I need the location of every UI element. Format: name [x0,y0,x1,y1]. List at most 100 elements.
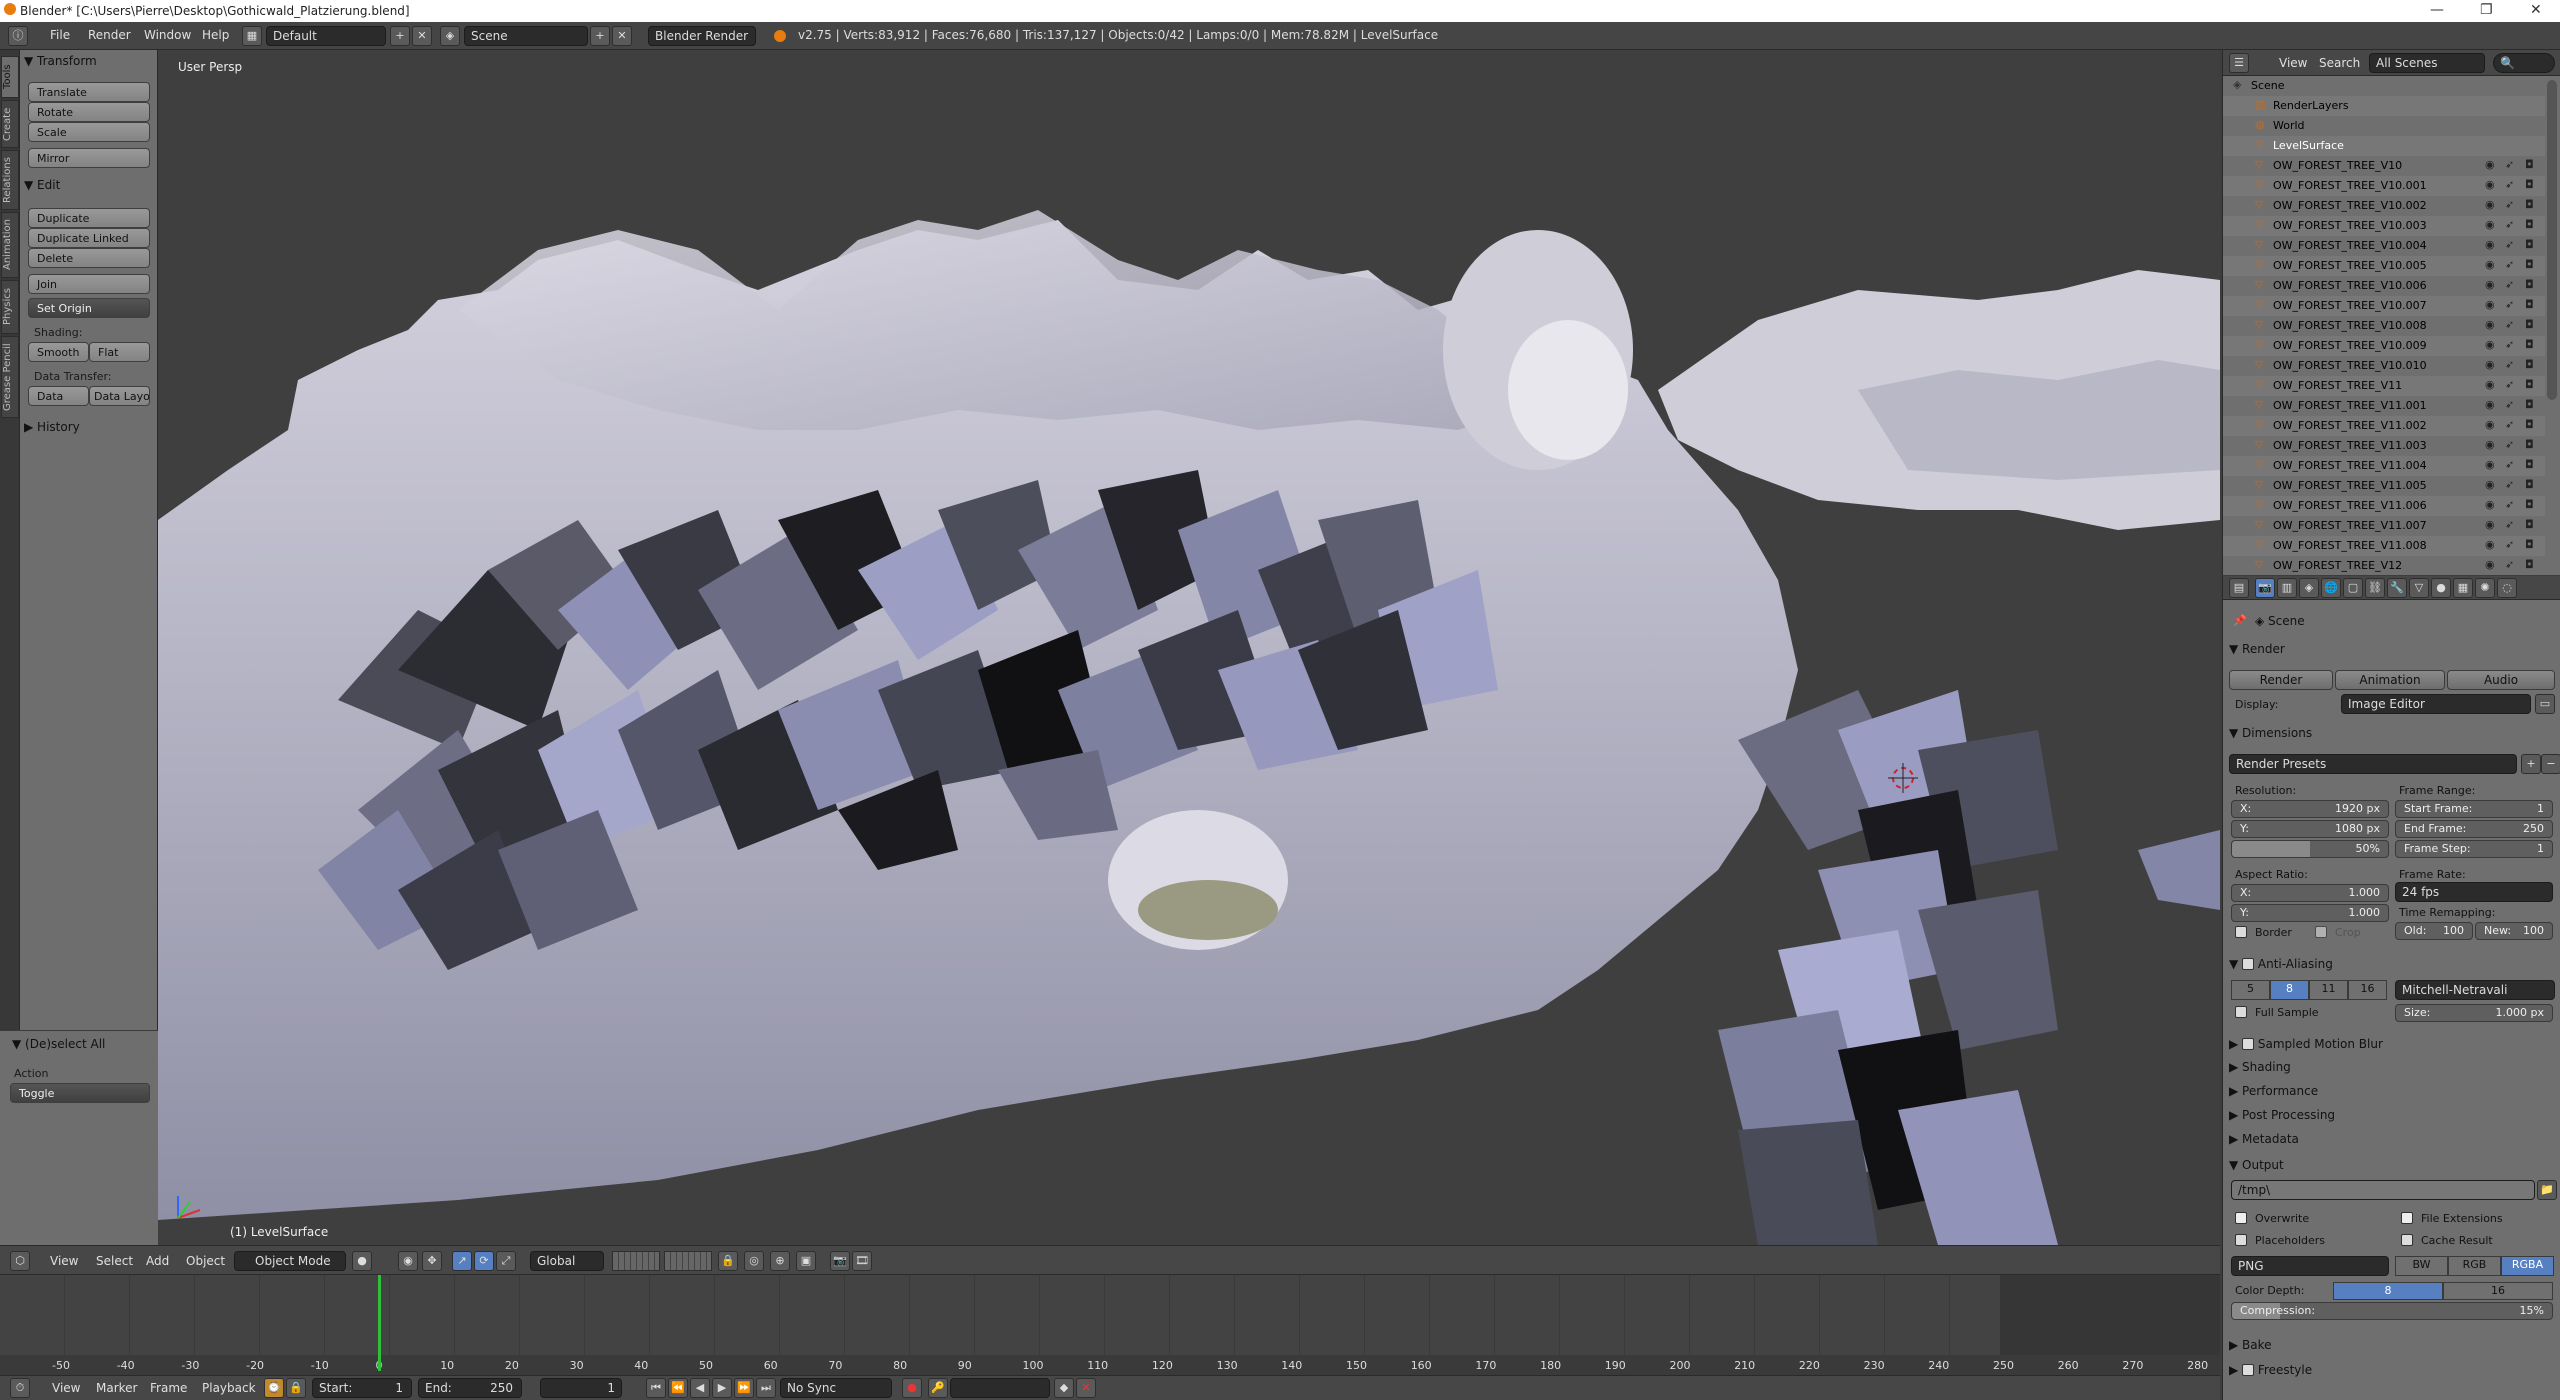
render-presets-select[interactable]: Render Presets [2229,754,2517,774]
file-format-select[interactable]: PNG [2231,1256,2389,1276]
outliner-row[interactable]: ▽ OW_FOREST_TREE_V10.008 ◉ ➶ ◘ [2223,316,2545,336]
color-depth-8-button[interactable]: 8 [2333,1282,2443,1300]
eye-icon[interactable]: ◉ [2485,298,2495,311]
join-button[interactable]: Join [28,274,150,294]
menu-file[interactable]: File [50,28,70,42]
camera-icon[interactable]: ◘ [2525,278,2534,291]
camera-icon[interactable]: ◘ [2525,338,2534,351]
outliner-row[interactable]: ▽ OW_FOREST_TREE_V10.004 ◉ ➶ ◘ [2223,236,2545,256]
time-remap-old-field[interactable]: Old: 100 [2395,922,2473,940]
browse-folder-icon[interactable]: 📁 [2537,1180,2557,1200]
camera-icon[interactable]: ◘ [2525,158,2534,171]
viewport-menu-object[interactable]: Object [186,1254,225,1268]
crop-checkbox[interactable] [2315,926,2327,938]
render-context-icon[interactable]: 📷 [2255,578,2275,598]
resolution-percentage-slider[interactable]: 50% [2231,840,2389,858]
data-layout-button[interactable]: Data Layo [89,386,150,406]
cursor-icon[interactable]: ➶ [2505,518,2514,531]
lock-interface-icon[interactable]: ▭ [2535,694,2555,714]
freestyle-checkbox[interactable] [2242,1364,2255,1376]
render-engine-select[interactable]: Blender Render [648,26,756,46]
outliner-row[interactable]: ▽ OW_FOREST_TREE_V11.007 ◉ ➶ ◘ [2223,516,2545,536]
viewport-menu-view[interactable]: View [50,1254,78,1268]
add-layout-icon[interactable]: + [390,26,410,46]
full-sample-checkbox[interactable] [2235,1006,2247,1018]
border-checkbox[interactable] [2235,926,2247,938]
outliner-menu-view[interactable]: View [2279,56,2307,70]
color-mode-rgb-button[interactable]: RGB [2448,1256,2501,1276]
current-frame-marker[interactable] [377,1275,381,1371]
physics-context-icon[interactable]: ◌ [2497,578,2517,598]
aa-samples-16-button[interactable]: 16 [2348,980,2387,1000]
render-layers-context-icon[interactable]: ▥ [2277,578,2297,598]
outliner-row[interactable]: ▥ RenderLayers [2223,96,2545,116]
rotate-manipulator-icon[interactable]: ⟳ [474,1251,494,1271]
delete-keyframe-icon[interactable]: ✕ [1076,1378,1096,1398]
camera-icon[interactable]: ◘ [2525,358,2534,371]
smooth-button[interactable]: Smooth [28,342,89,362]
tab-relations[interactable]: Relations [1,150,19,210]
camera-icon[interactable]: ◘ [2525,518,2534,531]
scale-manipulator-icon[interactable]: ⤢ [496,1251,516,1271]
record-icon[interactable]: ● [902,1378,922,1398]
outliner-row[interactable]: ▽ OW_FOREST_TREE_V10.001 ◉ ➶ ◘ [2223,176,2545,196]
constraints-context-icon[interactable]: ⛓ [2365,578,2385,598]
flat-button[interactable]: Flat [89,342,150,362]
transform-orientation-select[interactable]: Global [530,1251,604,1271]
time-lock-icon[interactable]: 🔒 [286,1378,306,1398]
scene-icon[interactable]: ◈ [440,26,460,46]
outliner-menu-search[interactable]: Search [2319,56,2360,70]
eye-icon[interactable]: ◉ [2485,198,2495,211]
timeline-menu-playback[interactable]: Playback [202,1381,256,1395]
particles-context-icon[interactable]: ✺ [2475,578,2495,598]
minimize-button[interactable]: — [2430,2,2444,18]
output-panel-header[interactable]: ▼ Output [2229,1158,2284,1172]
camera-icon[interactable]: ◘ [2525,318,2534,331]
filter-size-field[interactable]: Size: 1.000 px [2395,1004,2553,1022]
outliner-row[interactable]: ▽ OW_FOREST_TREE_V11.003 ◉ ➶ ◘ [2223,436,2545,456]
outliner-row[interactable]: ▽ OW_FOREST_TREE_V11 ◉ ➶ ◘ [2223,376,2545,396]
eye-icon[interactable]: ◉ [2485,238,2495,251]
remove-layout-icon[interactable]: ✕ [412,26,432,46]
cursor-icon[interactable]: ➶ [2505,158,2514,171]
collapsed-section-header[interactable]: ▶ Metadata [2229,1132,2299,1146]
cursor-icon[interactable]: ➶ [2505,438,2514,451]
outliner-row[interactable]: ▽ OW_FOREST_TREE_V10.003 ◉ ➶ ◘ [2223,216,2545,236]
play-icon[interactable]: ▶ [712,1378,732,1398]
frame-step-field[interactable]: Frame Step: 1 [2395,840,2553,858]
render-audio-button[interactable]: Audio [2447,670,2555,690]
timeline-menu-view[interactable]: View [52,1381,80,1395]
resolution-x-field[interactable]: X: 1920 px [2231,800,2389,818]
delete-button[interactable]: Delete [28,248,150,268]
anti-aliasing-checkbox[interactable] [2242,958,2255,970]
duplicate-linked-button[interactable]: Duplicate Linked [28,228,150,248]
outliner-scrollbar[interactable] [2547,80,2557,400]
3d-viewport[interactable]: User Persp (1) LevelSurface [158,50,2220,1245]
remove-scene-icon[interactable]: ✕ [612,26,632,46]
render-animation-icon[interactable]: 🎞 [852,1251,872,1271]
menu-window[interactable]: Window [144,28,191,42]
color-mode-rgba-button[interactable]: RGBA [2501,1256,2554,1276]
properties-editor-type-icon[interactable]: ▤ [2229,578,2249,598]
proportional-edit-icon[interactable]: ◎ [744,1251,764,1271]
outliner-row[interactable]: ▽ OW_FOREST_TREE_V11.008 ◉ ➶ ◘ [2223,536,2545,556]
outliner-row[interactable]: ◈ Scene [2223,76,2545,96]
viewport-menu-add[interactable]: Add [146,1254,169,1268]
data-transfer-button[interactable]: Data [28,386,89,406]
render-panel-header[interactable]: ▼ Render [2229,642,2285,656]
object-context-icon[interactable]: ▢ [2343,578,2363,598]
placeholders-checkbox[interactable] [2235,1234,2247,1246]
eye-icon[interactable]: ◉ [2485,458,2495,471]
world-context-icon[interactable]: 🌐 [2321,578,2341,598]
eye-icon[interactable]: ◉ [2485,278,2495,291]
aa-filter-select[interactable]: Mitchell-Netravali [2395,980,2555,1000]
history-panel-header[interactable]: ▶ History [24,420,80,434]
menu-help[interactable]: Help [202,28,229,42]
cursor-icon[interactable]: ➶ [2505,198,2514,211]
eye-icon[interactable]: ◉ [2485,258,2495,271]
camera-icon[interactable]: ◘ [2525,558,2534,571]
rotate-button[interactable]: Rotate [28,102,150,122]
tab-animation[interactable]: Animation [1,212,19,278]
viewport-menu-select[interactable]: Select [96,1254,133,1268]
eye-icon[interactable]: ◉ [2485,518,2495,531]
